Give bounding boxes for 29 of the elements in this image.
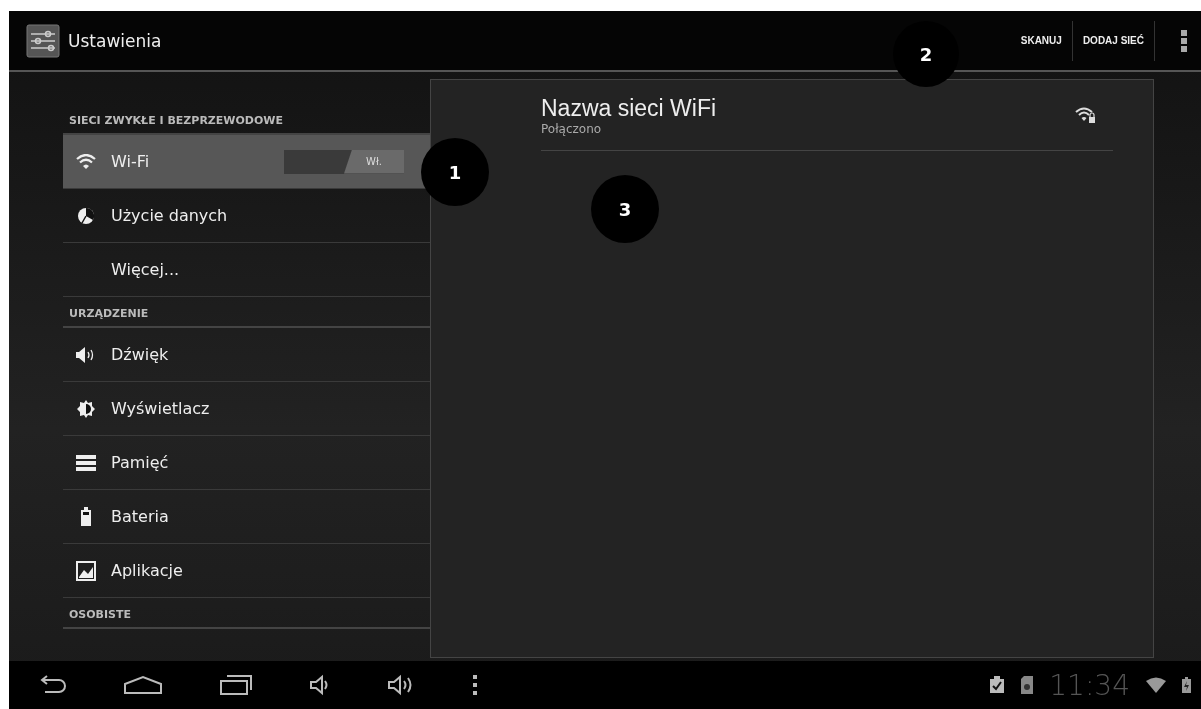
action-button[interactable]: DODAJ SIEĆ bbox=[1072, 20, 1155, 61]
network-name: Nazwa sieci WiFi bbox=[541, 94, 718, 122]
wifi-lock-icon bbox=[1075, 107, 1095, 123]
clock-time: 11:34 bbox=[1049, 668, 1130, 702]
overflow-menu-icon[interactable] bbox=[1181, 29, 1187, 52]
section-header: OSOBISTE bbox=[63, 598, 430, 629]
wifi-signal-icon bbox=[1146, 677, 1166, 693]
brightness-icon bbox=[75, 399, 97, 418]
menu-icon[interactable] bbox=[473, 675, 477, 695]
pie-chart-icon bbox=[75, 206, 97, 225]
section-header: URZĄDZENIE bbox=[63, 297, 430, 328]
network-status: Połączono bbox=[541, 121, 603, 136]
wifi-icon bbox=[75, 153, 97, 170]
screen-title: Ustawienia bbox=[68, 30, 162, 51]
app-picture-icon bbox=[75, 560, 97, 581]
storage-icon bbox=[75, 454, 97, 471]
clipboard-check-icon[interactable] bbox=[989, 676, 1006, 694]
toggle-switch[interactable]: Wł. bbox=[284, 149, 404, 174]
sd-card-icon[interactable] bbox=[1021, 676, 1034, 694]
settings-item[interactable]: Wyświetlacz bbox=[63, 382, 430, 436]
settings-sliders-icon[interactable] bbox=[26, 23, 60, 58]
settings-item[interactable]: Pamięć bbox=[63, 436, 430, 490]
action-button[interactable]: SKANUJ bbox=[1010, 20, 1073, 61]
home-icon[interactable] bbox=[123, 675, 163, 695]
battery-icon bbox=[1182, 677, 1191, 693]
settings-item[interactable]: Aplikacje bbox=[63, 544, 430, 598]
recent-apps-icon[interactable] bbox=[219, 674, 253, 696]
settings-item[interactable]: Wi-Fi Wł. bbox=[63, 135, 430, 189]
settings-item[interactable]: Bateria bbox=[63, 490, 430, 544]
